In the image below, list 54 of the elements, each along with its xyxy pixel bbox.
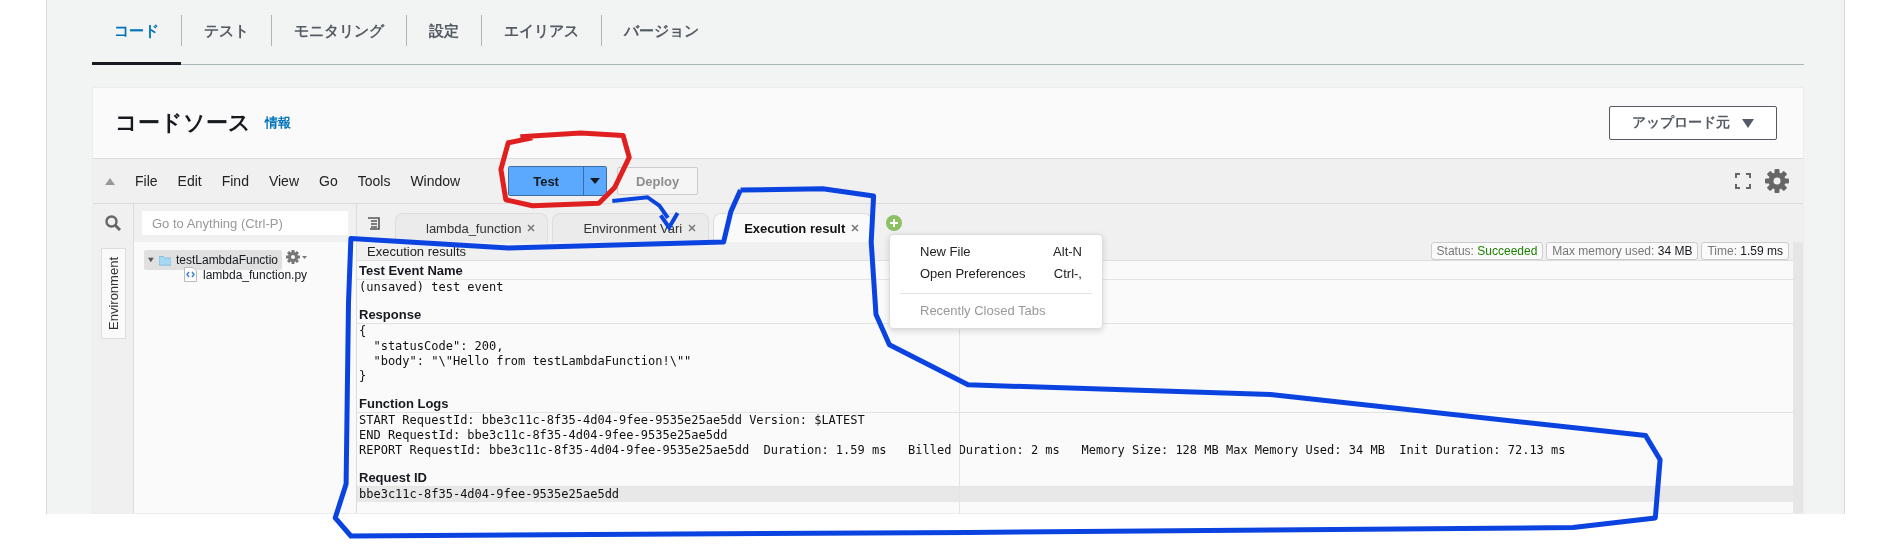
side-tab[interactable]: Environment [100,248,126,339]
tree-file[interactable]: lambda_function.py [184,267,346,282]
close-icon[interactable] [527,224,536,232]
tree-folder[interactable]: testLambdaFunctio [144,250,282,270]
status-badge: Time: 1.59 ms [1701,242,1789,260]
editor-tab[interactable]: lambda_function [395,213,549,242]
expand-icon[interactable] [148,256,154,264]
test-dropdown-button[interactable] [582,167,606,195]
output-line: END RequestId: bbe3c11c-8f35-4d04-9fee-9535e25ae5dd [358,428,729,443]
page-tab[interactable]: モニタリング [272,0,406,65]
menu-item[interactable]: Edit [167,173,212,189]
menu-item[interactable]: New File Alt-N [890,241,1102,263]
output-line: { [358,324,368,339]
output-line: REPORT RequestId: bbe3c11c-8f35-4d04-9fee-9535e25ae5dd Duration: 1.59 ms Billed Duration: 2 ms Memory Size: 128 MB Max Memory Used: 34 MB Init Duration: 72.13 ms [358,443,1567,458]
caret-icon [589,178,600,184]
menu-item[interactable]: File [125,173,168,189]
section-title: コードソース [115,109,251,137]
python-file-icon [184,267,197,282]
page-tab[interactable]: エイリアス [482,0,601,65]
menu-item[interactable]: Window [400,173,471,189]
page-tab[interactable]: テスト [182,0,271,65]
menu-item[interactable]: Go [309,173,348,189]
output-line: } [358,369,368,384]
output-line: START RequestId: bbe3c11c-8f35-4d04-9fee-9535e25ae5dd Version: $LATEST [358,413,866,428]
menu-item[interactable]: Find [211,173,259,189]
search-field[interactable]: Go to Anything (Ctrl-P) [142,211,348,235]
fullscreen-icon[interactable] [1735,173,1751,189]
output-line: (unsaved) test event [358,280,505,295]
upload-button[interactable]: アップロード元 [1609,106,1777,140]
info-link[interactable]: 情報 [265,114,291,132]
close-icon[interactable] [851,224,860,232]
menu-heading: Recently Closed Tabs [919,302,1047,320]
folder-icon [158,253,171,267]
close-icon[interactable] [688,224,697,232]
settings-icon[interactable] [286,250,308,264]
page-tab[interactable]: バージョン [602,0,721,65]
settings-icon[interactable] [1765,169,1789,193]
menu-item[interactable]: Open Preferences Ctrl-, [890,263,1102,285]
panel-title: Execution results [367,243,466,259]
caret-icon [1742,118,1754,128]
menu-item[interactable]: Tools [347,173,401,189]
status-badge: Status: Succeeded [1430,242,1544,260]
menu-item[interactable]: View [258,173,309,189]
page-tab[interactable]: コード [92,0,181,65]
output-line: "body": "\"Hello from testLambdaFunction!\"" [372,354,693,369]
search-icon[interactable] [105,215,121,231]
file-list-icon[interactable] [367,216,381,230]
test-button[interactable]: Test [509,167,583,195]
collapse-icon[interactable] [105,177,115,185]
status-badge: Max memory used: 34 MB [1546,242,1699,260]
page-tab[interactable]: 設定 [407,0,481,65]
output-line: "statusCode": 200, [372,339,505,354]
section-heading: Function Logs [357,396,1793,413]
editor-tab[interactable]: Execution result [713,213,873,242]
